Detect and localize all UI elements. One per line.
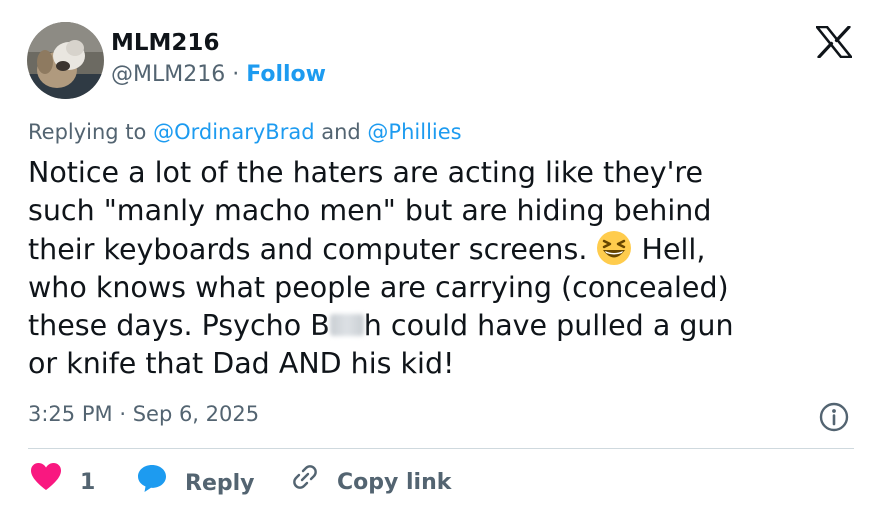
avatar-image [27,22,104,99]
reply-label: Reply [185,471,255,496]
tweet-line: these days. Psycho B h could have pulled … [28,307,858,345]
mention-ordinarybrad[interactable]: @OrdinaryBrad [153,120,314,144]
mention-phillies[interactable]: @Phillies [367,120,461,144]
tweet-line: who knows what people are carrying (conc… [28,271,729,304]
divider [28,448,854,449]
tweet-date: Sep 6, 2025 [132,402,260,426]
copy-link-button[interactable]: Copy link [290,462,451,504]
reply-prefix: Replying to [28,120,147,144]
author-block: MLM216 @MLM216 · Follow [111,28,326,90]
like-count: 1 [80,470,96,495]
like-button[interactable]: 1 [30,462,95,504]
link-icon [290,462,320,504]
tweet-line: or knife that Dad AND his kid! [28,347,455,380]
timestamp-separator: · [119,402,126,426]
author-handle-line: @MLM216 · Follow [111,60,326,90]
author-handle[interactable]: @MLM216 [111,62,225,87]
follow-button[interactable]: Follow [246,62,326,87]
reply-context: Replying to @OrdinaryBrad and @Phillies [28,118,462,146]
author-display-name[interactable]: MLM216 [111,28,326,58]
avatar[interactable] [27,22,104,99]
grinning-squinting-face-emoji [596,230,632,266]
tweet-text: Notice a lot of the haters are acting li… [28,154,858,383]
speech-bubble-icon [136,462,168,506]
handle-separator: · [232,62,240,87]
x-logo-icon[interactable] [815,25,853,59]
heart-icon [30,462,62,504]
reply-conjunction: and [321,120,361,144]
tweet-line: such "manly macho men" but are hiding be… [28,194,712,227]
tweet-line: Notice a lot of the haters are acting li… [28,156,704,189]
reply-button[interactable]: Reply [136,462,255,506]
tweet-line-segment: Hell, [641,233,706,266]
copy-link-label: Copy link [337,470,452,495]
tweet-time: 3:25 PM [28,402,113,426]
tweet-line-segment: their keyboards and computer screens. [28,233,588,266]
tweet-line-segment: h could have pulled a gun [363,309,734,342]
info-icon[interactable] [818,401,850,433]
tweet-line: their keyboards and computer screens. He… [28,230,858,269]
tweet-timestamp[interactable]: 3:25 PM · Sep 6, 2025 [28,400,259,428]
tweet-line-segment: these days. Psycho B [28,309,330,342]
censored-word-blur [329,314,364,336]
